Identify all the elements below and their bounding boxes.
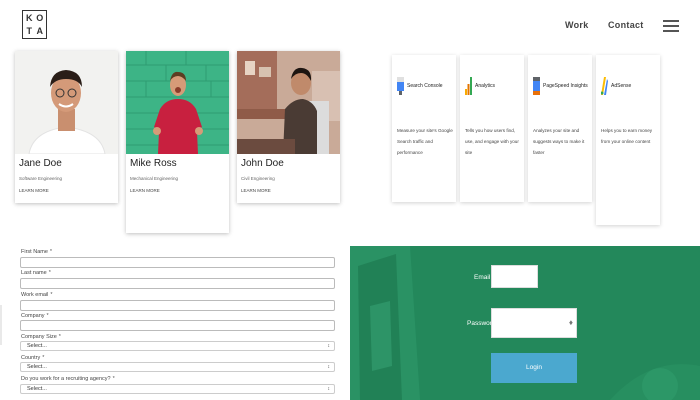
select-arrows-icon: ↕ [327,386,331,392]
first-name-label: First Name * [21,249,53,255]
logo-letter: A [36,26,44,36]
contact-form: First Name * Last name * Work email * Compa… [0,245,350,400]
login-button[interactable]: Login [491,353,577,383]
email-field[interactable] [491,265,538,288]
learn-more-link[interactable]: LEARN MORE [241,188,340,193]
nav-contact-link[interactable]: Contact [608,20,644,30]
hamburger-menu-icon[interactable] [663,20,679,32]
tool-card-header: AdSense [600,77,632,95]
logo-letter: K [26,13,33,23]
company-label: Company * [21,313,49,319]
profile-card[interactable]: Jane Doe Software Engineering LEARN MORE [15,51,118,203]
tool-description: Helps you to earn money from your online… [601,128,653,144]
password-field[interactable]: ♦ [491,308,577,338]
tool-card-pagespeed[interactable]: PageSpeed Insights Analyzes your site an… [528,55,592,202]
work-email-field[interactable] [20,300,335,311]
header: K O T A Work Contact [0,0,700,50]
company-size-label: Company Size * [21,334,61,340]
search-console-icon [397,77,404,95]
tool-title: Analytics [475,83,496,89]
tool-card-header: PageSpeed Insights [533,77,588,95]
company-size-select[interactable]: Select... ↕ [20,341,335,351]
tool-description: Tells you how users find, use, and engag… [465,128,519,155]
first-name-field[interactable] [20,257,335,268]
profile-name: Mike Ross [130,158,177,169]
profile-card[interactable]: John Doe Civil Engineering LEARN MORE [237,51,340,203]
select-arrows-icon: ↕ [327,343,331,349]
company-field[interactable] [20,320,335,331]
learn-more-link[interactable]: LEARN MORE [130,188,229,193]
country-label: Country * [21,355,45,361]
tool-card-analytics[interactable]: Analytics Tells you how users find, use,… [460,55,524,202]
form-edge [0,305,2,345]
recruiting-agency-select[interactable]: Select... ↕ [20,384,335,394]
last-name-field[interactable] [20,278,335,289]
tool-title: PageSpeed Insights [543,83,588,89]
tool-title: AdSense [611,83,632,89]
key-icon[interactable]: ♦ [569,318,573,327]
tool-card-header: Search Console [397,77,443,95]
profile-photo [15,51,118,154]
tool-description: Analyzes your site and suggests ways to … [533,128,585,155]
logo-letter: T [26,26,33,36]
logo-letter: O [36,13,44,23]
tool-card-search-console[interactable]: Search Console Measure your site's Googl… [392,55,456,202]
profile-name: Jane Doe [19,158,62,169]
profile-photo [237,51,340,154]
profile-role: Civil Engineering [241,176,275,181]
country-select[interactable]: Select... ↕ [20,362,335,372]
profile-name: John Doe [241,158,284,169]
profile-photo [126,51,229,154]
last-name-label: Last name * [21,270,51,276]
learn-more-link[interactable]: LEARN MORE [19,188,118,193]
email-label: Email [474,274,491,281]
kota-logo[interactable]: K O T A [22,10,47,39]
adsense-icon [600,77,608,95]
analytics-icon [465,77,472,95]
tool-title: Search Console [407,83,443,89]
recruiting-agency-label: Do you work for a recruiting agency? * [21,376,115,382]
profile-role: Software Engineering [19,176,63,181]
profile-card[interactable]: Mike Ross Mechanical Engineering LEARN M… [126,51,229,233]
work-email-label: Work email * [21,292,53,298]
tool-card-adsense[interactable]: AdSense Helps you to earn money from you… [596,55,660,225]
profile-role: Mechanical Engineering [130,176,179,181]
login-panel: Email Password ♦ Login [350,246,700,400]
select-arrows-icon: ↕ [327,364,331,370]
pagespeed-icon [533,77,540,95]
tool-description: Measure your site's Google Search traffi… [397,128,453,155]
tool-card-header: Analytics [465,77,495,95]
nav-work-link[interactable]: Work [565,20,589,30]
